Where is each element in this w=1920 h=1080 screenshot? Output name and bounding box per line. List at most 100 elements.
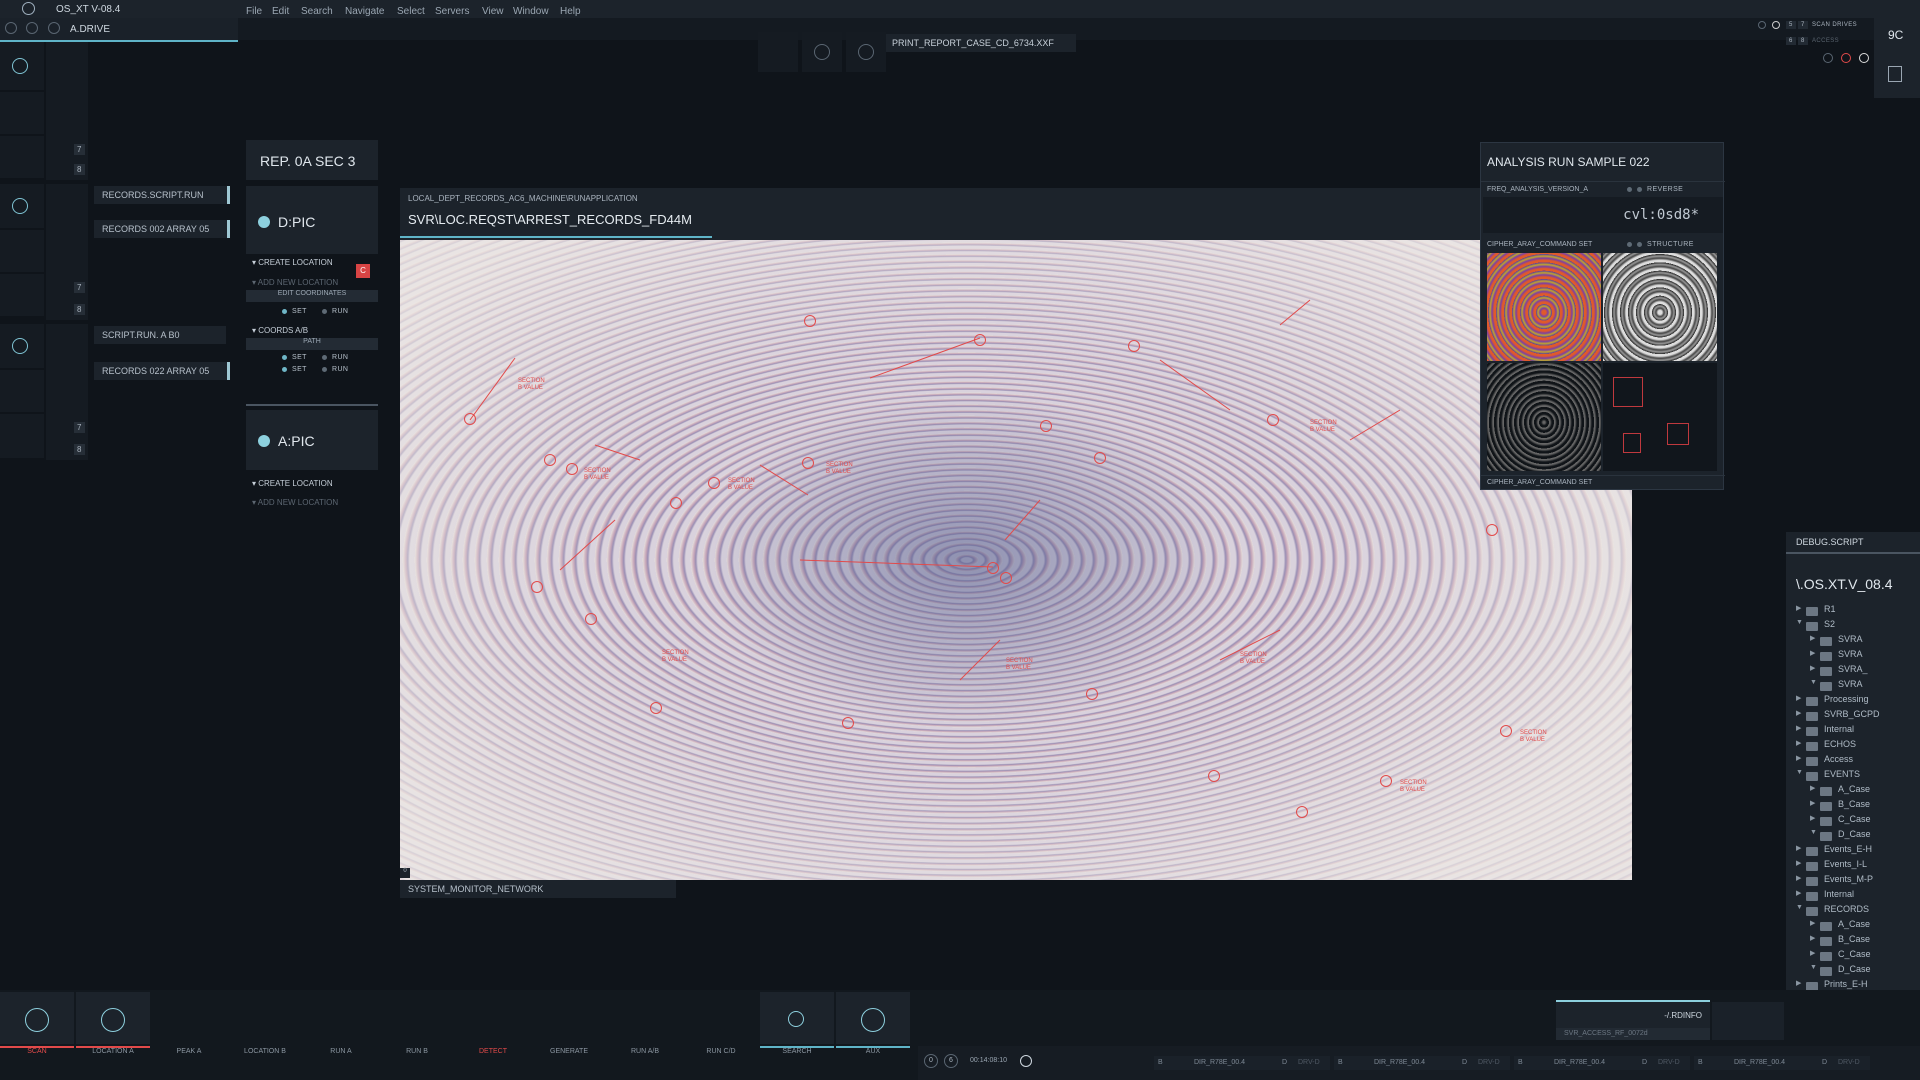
fingerprint-marker[interactable] bbox=[974, 334, 986, 346]
tab-scan[interactable]: SCAN bbox=[0, 1046, 74, 1058]
power-icon[interactable] bbox=[5, 22, 17, 34]
menu-file[interactable]: File bbox=[246, 6, 262, 17]
fingerprint-marker[interactable] bbox=[544, 454, 556, 466]
rail-slot[interactable] bbox=[0, 230, 44, 272]
chevron-right-icon[interactable]: ▶ bbox=[1796, 859, 1801, 867]
status-cell[interactable]: B DIR_R78E_00.4 D DRV-D bbox=[1154, 1056, 1330, 1070]
fingerprint-marker[interactable] bbox=[670, 497, 682, 509]
menu-navigate[interactable]: Navigate bbox=[345, 6, 384, 17]
create-location[interactable]: ▾ CREATE LOCATION bbox=[252, 258, 333, 267]
c-badge[interactable]: C bbox=[356, 264, 370, 278]
tab-run-a[interactable]: RUN A bbox=[304, 1046, 378, 1058]
rail-button-play[interactable] bbox=[0, 324, 44, 368]
status-cell[interactable]: B DIR_R78E_00.4 D DRV-D bbox=[1514, 1056, 1690, 1070]
tab-aux[interactable]: AUX bbox=[836, 1046, 910, 1058]
location-slot[interactable] bbox=[76, 992, 150, 1044]
chevron-right-icon[interactable]: ▶ bbox=[1796, 604, 1801, 612]
fingerprint-marker[interactable] bbox=[1500, 725, 1512, 737]
edit-coordinates-button[interactable]: EDIT COORDINATES bbox=[246, 290, 378, 302]
chevron-right-icon[interactable]: ▶ bbox=[1810, 784, 1815, 792]
path-button[interactable]: PATH bbox=[246, 338, 378, 350]
run-option[interactable]: RUN bbox=[322, 354, 348, 361]
chevron-right-icon[interactable]: ▶ bbox=[1796, 739, 1801, 747]
record-icon[interactable] bbox=[1859, 53, 1869, 63]
d-pic-panel[interactable]: D:PIC bbox=[246, 186, 378, 254]
run-option[interactable]: RUN bbox=[322, 308, 348, 315]
fingerprint-marker[interactable] bbox=[1086, 688, 1098, 700]
access-label[interactable]: ACCESS bbox=[1812, 38, 1839, 44]
export-icon[interactable] bbox=[1888, 66, 1902, 82]
chevron-right-icon[interactable]: ▶ bbox=[1796, 874, 1801, 882]
fingerprint-marker[interactable] bbox=[1486, 524, 1498, 536]
structure-toggle[interactable]: STRUCTURE bbox=[1627, 241, 1694, 248]
menu-select[interactable]: Select bbox=[397, 6, 425, 17]
tab-location-b[interactable]: LOCATION B bbox=[228, 1046, 302, 1058]
menu-edit[interactable]: Edit bbox=[272, 6, 289, 17]
dots-thumbnail[interactable] bbox=[1487, 363, 1601, 471]
chevron-down-icon[interactable]: ▼ bbox=[1796, 904, 1803, 911]
settings-icon[interactable] bbox=[48, 22, 60, 34]
chevron-right-icon[interactable]: ▶ bbox=[1796, 754, 1801, 762]
chevron-down-icon[interactable]: ▼ bbox=[1796, 619, 1803, 626]
tab-detect[interactable]: DETECT bbox=[456, 1046, 530, 1058]
list-item[interactable]: SCRIPT.RUN. A B0 bbox=[94, 326, 226, 344]
fingerprint-marker[interactable] bbox=[1128, 340, 1140, 352]
add-new-location[interactable]: ▾ ADD NEW LOCATION bbox=[252, 498, 338, 507]
scan-drives-label[interactable]: SCAN DRIVES bbox=[1812, 22, 1857, 28]
print-report-tab[interactable]: PRINT_REPORT_CASE_CD_6734.XXF bbox=[886, 34, 1076, 52]
list-item[interactable]: RECORDS.SCRIPT.RUN bbox=[94, 186, 230, 204]
chevron-right-icon[interactable]: ▶ bbox=[1796, 694, 1801, 702]
menu-help[interactable]: Help bbox=[560, 6, 581, 17]
chevron-right-icon[interactable]: ▶ bbox=[1810, 934, 1815, 942]
rail-button-down[interactable] bbox=[0, 184, 44, 228]
chevron-right-icon[interactable]: ▶ bbox=[1810, 919, 1815, 927]
power-icon[interactable] bbox=[1772, 21, 1780, 29]
fingerprint-marker[interactable] bbox=[987, 562, 999, 574]
chevron-right-icon[interactable]: ▶ bbox=[1796, 979, 1801, 987]
set-option[interactable]: SET bbox=[282, 366, 307, 373]
rail-slot[interactable] bbox=[0, 274, 44, 316]
chevron-down-icon[interactable]: ▼ bbox=[1810, 829, 1817, 836]
coords-ab[interactable]: ▾ COORDS A/B bbox=[252, 326, 308, 335]
menu-window[interactable]: Window bbox=[513, 6, 549, 17]
reverse-toggle[interactable]: REVERSE bbox=[1627, 186, 1683, 193]
counter-6[interactable]: 6 bbox=[944, 1054, 958, 1068]
fingerprint-marker[interactable] bbox=[1380, 775, 1392, 787]
chevron-right-icon[interactable]: ▶ bbox=[1810, 649, 1815, 657]
chevron-down-icon[interactable]: ▼ bbox=[1810, 679, 1817, 686]
add-new-location[interactable]: ▾ ADD NEW LOCATION bbox=[252, 278, 338, 287]
target-icon[interactable] bbox=[1823, 53, 1833, 63]
rail-slot[interactable] bbox=[0, 92, 44, 134]
create-location[interactable]: ▾ CREATE LOCATION bbox=[252, 479, 333, 488]
tab-search[interactable]: SEARCH bbox=[760, 1046, 834, 1058]
structure-thumbnail[interactable] bbox=[1603, 363, 1717, 471]
menu-search[interactable]: Search bbox=[301, 6, 333, 17]
tab-run-b[interactable]: RUN B bbox=[380, 1046, 454, 1058]
run-option[interactable]: RUN bbox=[322, 366, 348, 373]
rail-slot[interactable] bbox=[0, 136, 44, 178]
chevron-right-icon[interactable]: ▶ bbox=[1810, 949, 1815, 957]
tab-peak-a[interactable]: PEAK A bbox=[152, 1046, 226, 1058]
chevron-right-icon[interactable]: ▶ bbox=[1810, 814, 1815, 822]
rail-slot[interactable] bbox=[0, 370, 44, 412]
heatmap-thumbnail[interactable] bbox=[1487, 253, 1601, 361]
clock-icon[interactable] bbox=[1020, 1055, 1032, 1067]
set-option[interactable]: SET bbox=[282, 308, 307, 315]
search-slot[interactable] bbox=[760, 992, 834, 1044]
fingerprint-marker[interactable] bbox=[464, 413, 476, 425]
fingerprint-marker[interactable] bbox=[842, 717, 854, 729]
tab-run-cd[interactable]: RUN C/D bbox=[684, 1046, 758, 1058]
toolbar-slot[interactable] bbox=[758, 32, 798, 72]
chevron-right-icon[interactable]: ▶ bbox=[1810, 664, 1815, 672]
toolbar-slot[interactable] bbox=[802, 32, 842, 72]
fingerprint-marker[interactable] bbox=[1267, 414, 1279, 426]
menu-view[interactable]: View bbox=[482, 6, 504, 17]
chevron-right-icon[interactable]: ▶ bbox=[1810, 634, 1815, 642]
chevron-right-icon[interactable]: ▶ bbox=[1796, 889, 1801, 897]
chevron-right-icon[interactable]: ▶ bbox=[1810, 799, 1815, 807]
tab-run-ab[interactable]: RUN A/B bbox=[608, 1046, 682, 1058]
tab-location-a[interactable]: LOCATION A bbox=[76, 1046, 150, 1058]
target-icon[interactable] bbox=[26, 22, 38, 34]
status-cell[interactable]: B DIR_R78E_00.4 D DRV-D bbox=[1694, 1056, 1870, 1070]
tab-generate[interactable]: GENERATE bbox=[532, 1046, 606, 1058]
